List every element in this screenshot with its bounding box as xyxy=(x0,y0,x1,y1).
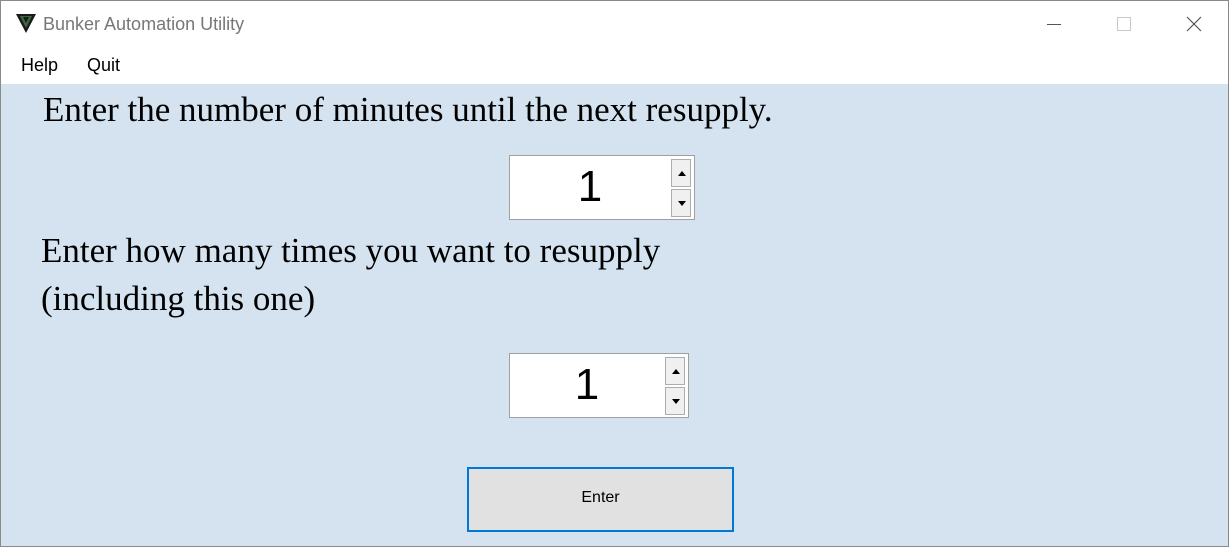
close-icon xyxy=(1186,16,1202,32)
menu-bar: Help Quit xyxy=(1,47,1228,84)
menu-item-help[interactable]: Help xyxy=(21,55,58,76)
resupply-count-label: Enter how many times you want to resuppl… xyxy=(41,231,661,270)
arrow-up-icon xyxy=(678,171,686,176)
arrow-up-icon xyxy=(672,369,680,374)
app-window: Bunker Automation Utility Help Quit Ente… xyxy=(0,0,1229,547)
resupply-count-decrement-button[interactable] xyxy=(665,387,685,415)
maximize-button[interactable] xyxy=(1089,1,1159,47)
minimize-button[interactable] xyxy=(1019,1,1089,47)
minutes-value[interactable]: 1 xyxy=(510,156,670,219)
arrow-down-icon xyxy=(672,399,680,404)
minutes-stepper[interactable]: 1 xyxy=(509,155,695,220)
menu-item-quit[interactable]: Quit xyxy=(87,55,120,76)
minutes-decrement-button[interactable] xyxy=(671,189,691,217)
arrow-down-icon xyxy=(678,201,686,206)
minimize-icon xyxy=(1047,24,1061,25)
resupply-count-value[interactable]: 1 xyxy=(510,354,664,417)
maximize-icon xyxy=(1117,17,1131,31)
window-title: Bunker Automation Utility xyxy=(43,14,245,34)
enter-button[interactable]: Enter xyxy=(467,467,734,532)
title-bar[interactable]: Bunker Automation Utility xyxy=(1,1,1228,47)
close-button[interactable] xyxy=(1159,1,1228,47)
resupply-count-increment-button[interactable] xyxy=(665,357,685,385)
minutes-label: Enter the number of minutes until the ne… xyxy=(43,90,773,129)
minutes-increment-button[interactable] xyxy=(671,159,691,187)
resupply-count-stepper[interactable]: 1 xyxy=(509,353,689,418)
app-logo-icon xyxy=(15,12,37,34)
resupply-count-sublabel: (including this one) xyxy=(41,279,316,318)
